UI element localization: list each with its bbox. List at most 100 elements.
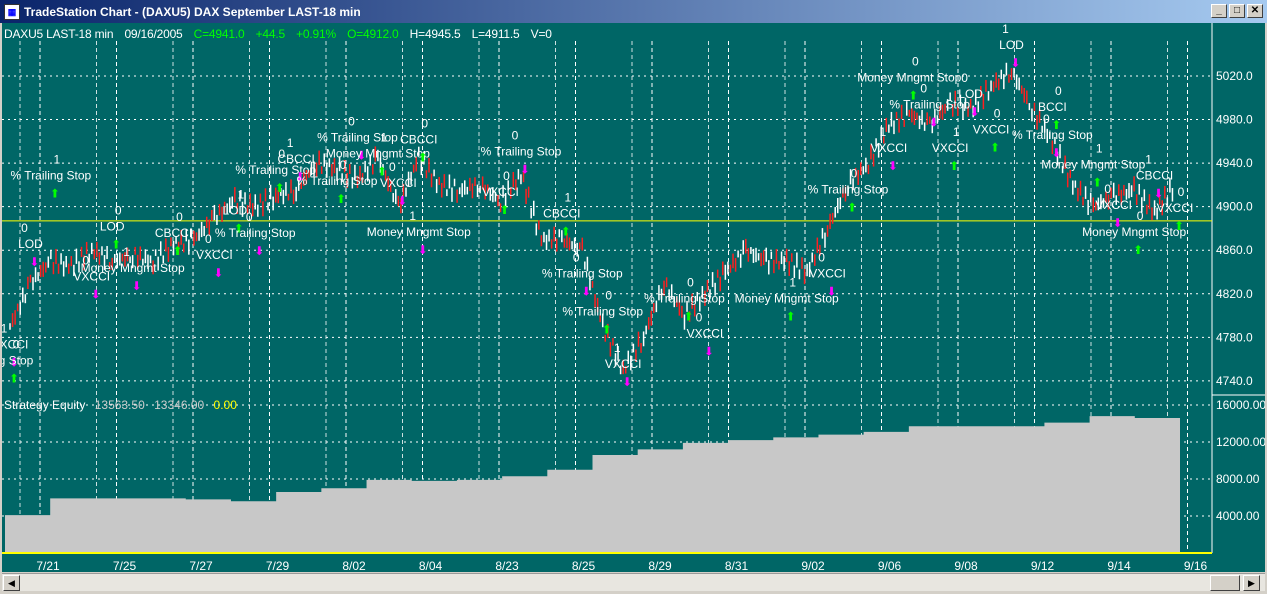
long-entry-arrow-icon: ⬆ bbox=[111, 238, 121, 252]
short-entry-arrow-icon: ⬇ bbox=[418, 243, 428, 257]
trade-signal-label: VXCCI bbox=[687, 326, 724, 340]
position-count-label: 0 bbox=[994, 107, 1001, 121]
long-entry-arrow-icon: ⬆ bbox=[418, 151, 428, 165]
trade-signal-label: ling Stop bbox=[2, 354, 34, 368]
horizontal-scrollbar[interactable]: ◀ ▶ bbox=[2, 573, 1265, 591]
trade-signal-label: VXCCI bbox=[809, 266, 846, 280]
date-tick-label: 7/29 bbox=[266, 559, 290, 572]
price-tick-label: 4780.0 bbox=[1216, 330, 1253, 344]
trade-signal-label: VXCCI bbox=[932, 141, 969, 155]
position-count-label: 1 bbox=[54, 152, 61, 166]
date-tick-label: 9/14 bbox=[1107, 559, 1131, 572]
long-entry-arrow-icon: ⬆ bbox=[990, 141, 1000, 155]
trade-signal-label: Money Mngmt Stop bbox=[367, 225, 471, 239]
equity-area bbox=[5, 416, 1180, 552]
price-header: DAXU5 LAST-18 min 09/16/2005 C=4941.0 +4… bbox=[4, 27, 560, 41]
position-count-label: 0 bbox=[389, 160, 396, 174]
trade-signal-label: CBCCI bbox=[400, 133, 437, 147]
date-tick-label: 7/25 bbox=[113, 559, 137, 572]
trade-signal-label: % Trailing Stop bbox=[808, 183, 889, 197]
price-tick-label: 4820.0 bbox=[1216, 287, 1253, 301]
date-tick-label: 7/27 bbox=[189, 559, 213, 572]
short-entry-arrow-icon: ⬇ bbox=[827, 284, 837, 298]
trade-signal-label: % Trailing Stop bbox=[11, 168, 92, 182]
long-entry-arrow-icon: ⬆ bbox=[275, 181, 285, 195]
trade-signal-label: VXCCI bbox=[871, 141, 908, 155]
scroll-right-button[interactable]: ▶ bbox=[1243, 575, 1260, 591]
position-count-label: 1 bbox=[123, 245, 130, 259]
position-count-label: 0 bbox=[512, 128, 519, 142]
position-count-label: 1 bbox=[2, 321, 8, 335]
minimize-button[interactable]: _ bbox=[1211, 4, 1227, 18]
position-count-label: 1 bbox=[1145, 152, 1152, 166]
trade-signal-label: LOD bbox=[958, 87, 983, 101]
short-entry-arrow-icon: ⬇ bbox=[254, 244, 264, 258]
position-count-label: 1 bbox=[381, 131, 388, 145]
trade-signal-label: VXCCI bbox=[196, 248, 233, 262]
open-value: O=4912.0 bbox=[347, 27, 399, 41]
short-entry-arrow-icon: ⬇ bbox=[970, 105, 980, 119]
symbol-label: DAXU5 LAST-18 min bbox=[4, 27, 114, 41]
equity-label: Strategy Equity bbox=[4, 398, 86, 412]
long-entry-arrow-icon: ⬆ bbox=[602, 323, 612, 337]
trade-signal-label: VXCCI bbox=[1157, 201, 1194, 215]
equity-tick-label: 12000.00 bbox=[1216, 435, 1265, 449]
short-entry-arrow-icon: ⬇ bbox=[91, 288, 101, 302]
position-count-label: 1 bbox=[1002, 23, 1009, 36]
equity-tick-label: 8000.00 bbox=[1216, 472, 1260, 486]
position-count-label: 0 bbox=[246, 210, 253, 224]
position-count-label: 0 bbox=[573, 250, 580, 264]
position-count-label: 0 bbox=[920, 82, 927, 96]
date-tick-label: 7/21 bbox=[36, 559, 60, 572]
maximize-button[interactable]: □ bbox=[1229, 4, 1245, 18]
low-value: L=4911.5 bbox=[471, 27, 520, 41]
trade-signal-label: LOD bbox=[100, 220, 125, 234]
position-count-label: 0 bbox=[421, 117, 428, 131]
position-count-label: 1 bbox=[564, 191, 571, 205]
trade-signal-label: % Trailing Stop bbox=[1012, 128, 1093, 142]
close-value: C=4941.0 bbox=[193, 27, 245, 41]
position-count-label: 1 bbox=[953, 125, 960, 139]
short-entry-arrow-icon: ⬇ bbox=[29, 255, 39, 269]
short-entry-arrow-icon: ⬇ bbox=[520, 162, 530, 176]
position-count-label: 1 bbox=[1096, 142, 1103, 156]
trade-signal-label: CBCCI bbox=[155, 226, 192, 240]
position-count-label: 0 bbox=[21, 221, 28, 235]
trade-signal-label: % Trailing Stop bbox=[562, 305, 643, 319]
trade-signal-label: VXCCI bbox=[1095, 198, 1132, 212]
trade-signal-label: Money Mngmt Stop bbox=[857, 70, 961, 84]
scroll-left-button[interactable]: ◀ bbox=[3, 575, 20, 591]
trade-signal-label: Money Mngmt Stop bbox=[1082, 225, 1186, 239]
position-count-label: 0 bbox=[851, 167, 858, 181]
trade-signal-label: % Trailing Stop bbox=[215, 226, 296, 240]
position-count-label: 0 bbox=[696, 310, 703, 324]
position-count-label: 0 bbox=[13, 338, 20, 352]
date-tick-label: 8/02 bbox=[342, 559, 366, 572]
position-count-label: 0 bbox=[1178, 185, 1185, 199]
position-count-label: 0 bbox=[115, 204, 122, 218]
date-tick-label: 9/06 bbox=[878, 559, 902, 572]
position-count-label: 0 bbox=[687, 276, 694, 290]
chart-canvas[interactable]: 7/21 7/25 7/27 7/29 8/02 8/04 8/23 8/25 8/29 8/31… bbox=[2, 23, 1265, 572]
chart-area[interactable]: 7/21 7/25 7/27 7/29 8/02 8/04 8/23 8/25 8/29 8/31… bbox=[2, 23, 1265, 572]
date-tick-label: 8/29 bbox=[648, 559, 672, 572]
position-count-label: 0 bbox=[205, 232, 212, 246]
position-count-label: 0 bbox=[1043, 112, 1050, 126]
trade-signal-label: Money Mngmt Stop bbox=[1041, 158, 1145, 172]
trade-signal-label: % Trailing Stop bbox=[542, 266, 623, 280]
trade-signal-label: VXCCI bbox=[380, 176, 417, 190]
equity-value-3: 0.00 bbox=[213, 398, 237, 412]
position-count-label: 0 bbox=[818, 250, 825, 264]
scroll-thumb[interactable] bbox=[1210, 575, 1240, 591]
short-entry-arrow-icon: ⬇ bbox=[132, 279, 142, 293]
short-entry-arrow-icon: ⬇ bbox=[704, 344, 714, 358]
date-tick-label: 8/25 bbox=[572, 559, 596, 572]
date-tick-label: 9/08 bbox=[954, 559, 978, 572]
close-button[interactable]: ✕ bbox=[1247, 4, 1263, 18]
trade-signal-label: % Trailing Stop bbox=[644, 292, 725, 306]
long-entry-arrow-icon: ⬆ bbox=[9, 372, 19, 386]
short-entry-arrow-icon: ⬇ bbox=[622, 375, 632, 389]
long-entry-arrow-icon: ⬆ bbox=[1174, 219, 1184, 233]
short-entry-arrow-icon: ⬇ bbox=[397, 194, 407, 208]
price-tick-label: 4980.0 bbox=[1216, 113, 1253, 127]
